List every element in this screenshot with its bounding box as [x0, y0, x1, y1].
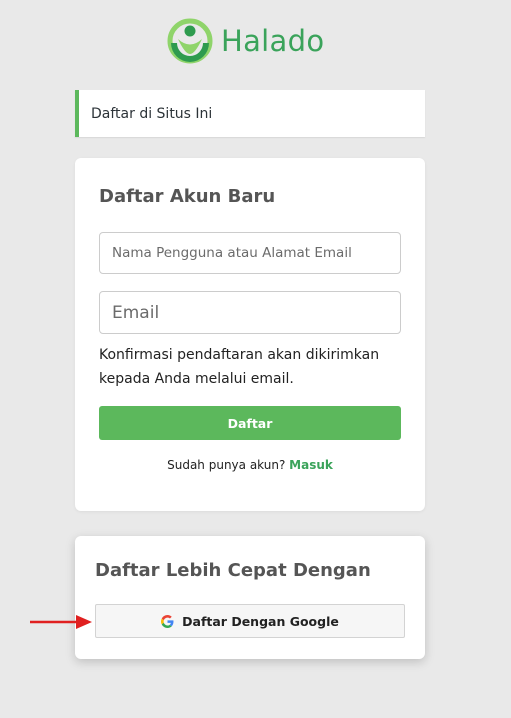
social-register-card: Daftar Lebih Cepat Dengan Daftar Dengan … [75, 536, 425, 659]
register-title: Daftar Akun Baru [99, 186, 276, 207]
brand-logo[interactable]: Halado [165, 16, 324, 66]
notice-text: Daftar di Situs Ini [91, 105, 213, 122]
brand-name: Halado [221, 24, 325, 58]
register-notice: Daftar di Situs Ini [75, 90, 425, 137]
email-placeholder: Email [112, 302, 160, 323]
email-input[interactable]: Email [99, 291, 401, 334]
register-button-label: Daftar [227, 415, 273, 431]
login-link[interactable]: Masuk [289, 458, 333, 472]
login-prompt-line: Sudah punya akun? Masuk [75, 458, 425, 472]
username-input[interactable]: Nama Pengguna atau Alamat Email [99, 232, 401, 274]
social-register-title: Daftar Lebih Cepat Dengan [95, 560, 371, 581]
register-card: Daftar Akun Baru Nama Pengguna atau Alam… [75, 158, 425, 511]
confirmation-note: Konfirmasi pendaftaran akan dikirimkan k… [99, 347, 380, 387]
halado-logo-icon [167, 18, 213, 64]
google-icon [161, 614, 174, 628]
login-prompt: Sudah punya akun? [167, 458, 286, 472]
red-arrow-icon [30, 615, 92, 629]
register-button[interactable]: Daftar [99, 406, 401, 440]
google-register-label: Daftar Dengan Google [182, 613, 339, 629]
google-register-button[interactable]: Daftar Dengan Google [95, 604, 405, 638]
username-placeholder: Nama Pengguna atau Alamat Email [112, 245, 352, 261]
